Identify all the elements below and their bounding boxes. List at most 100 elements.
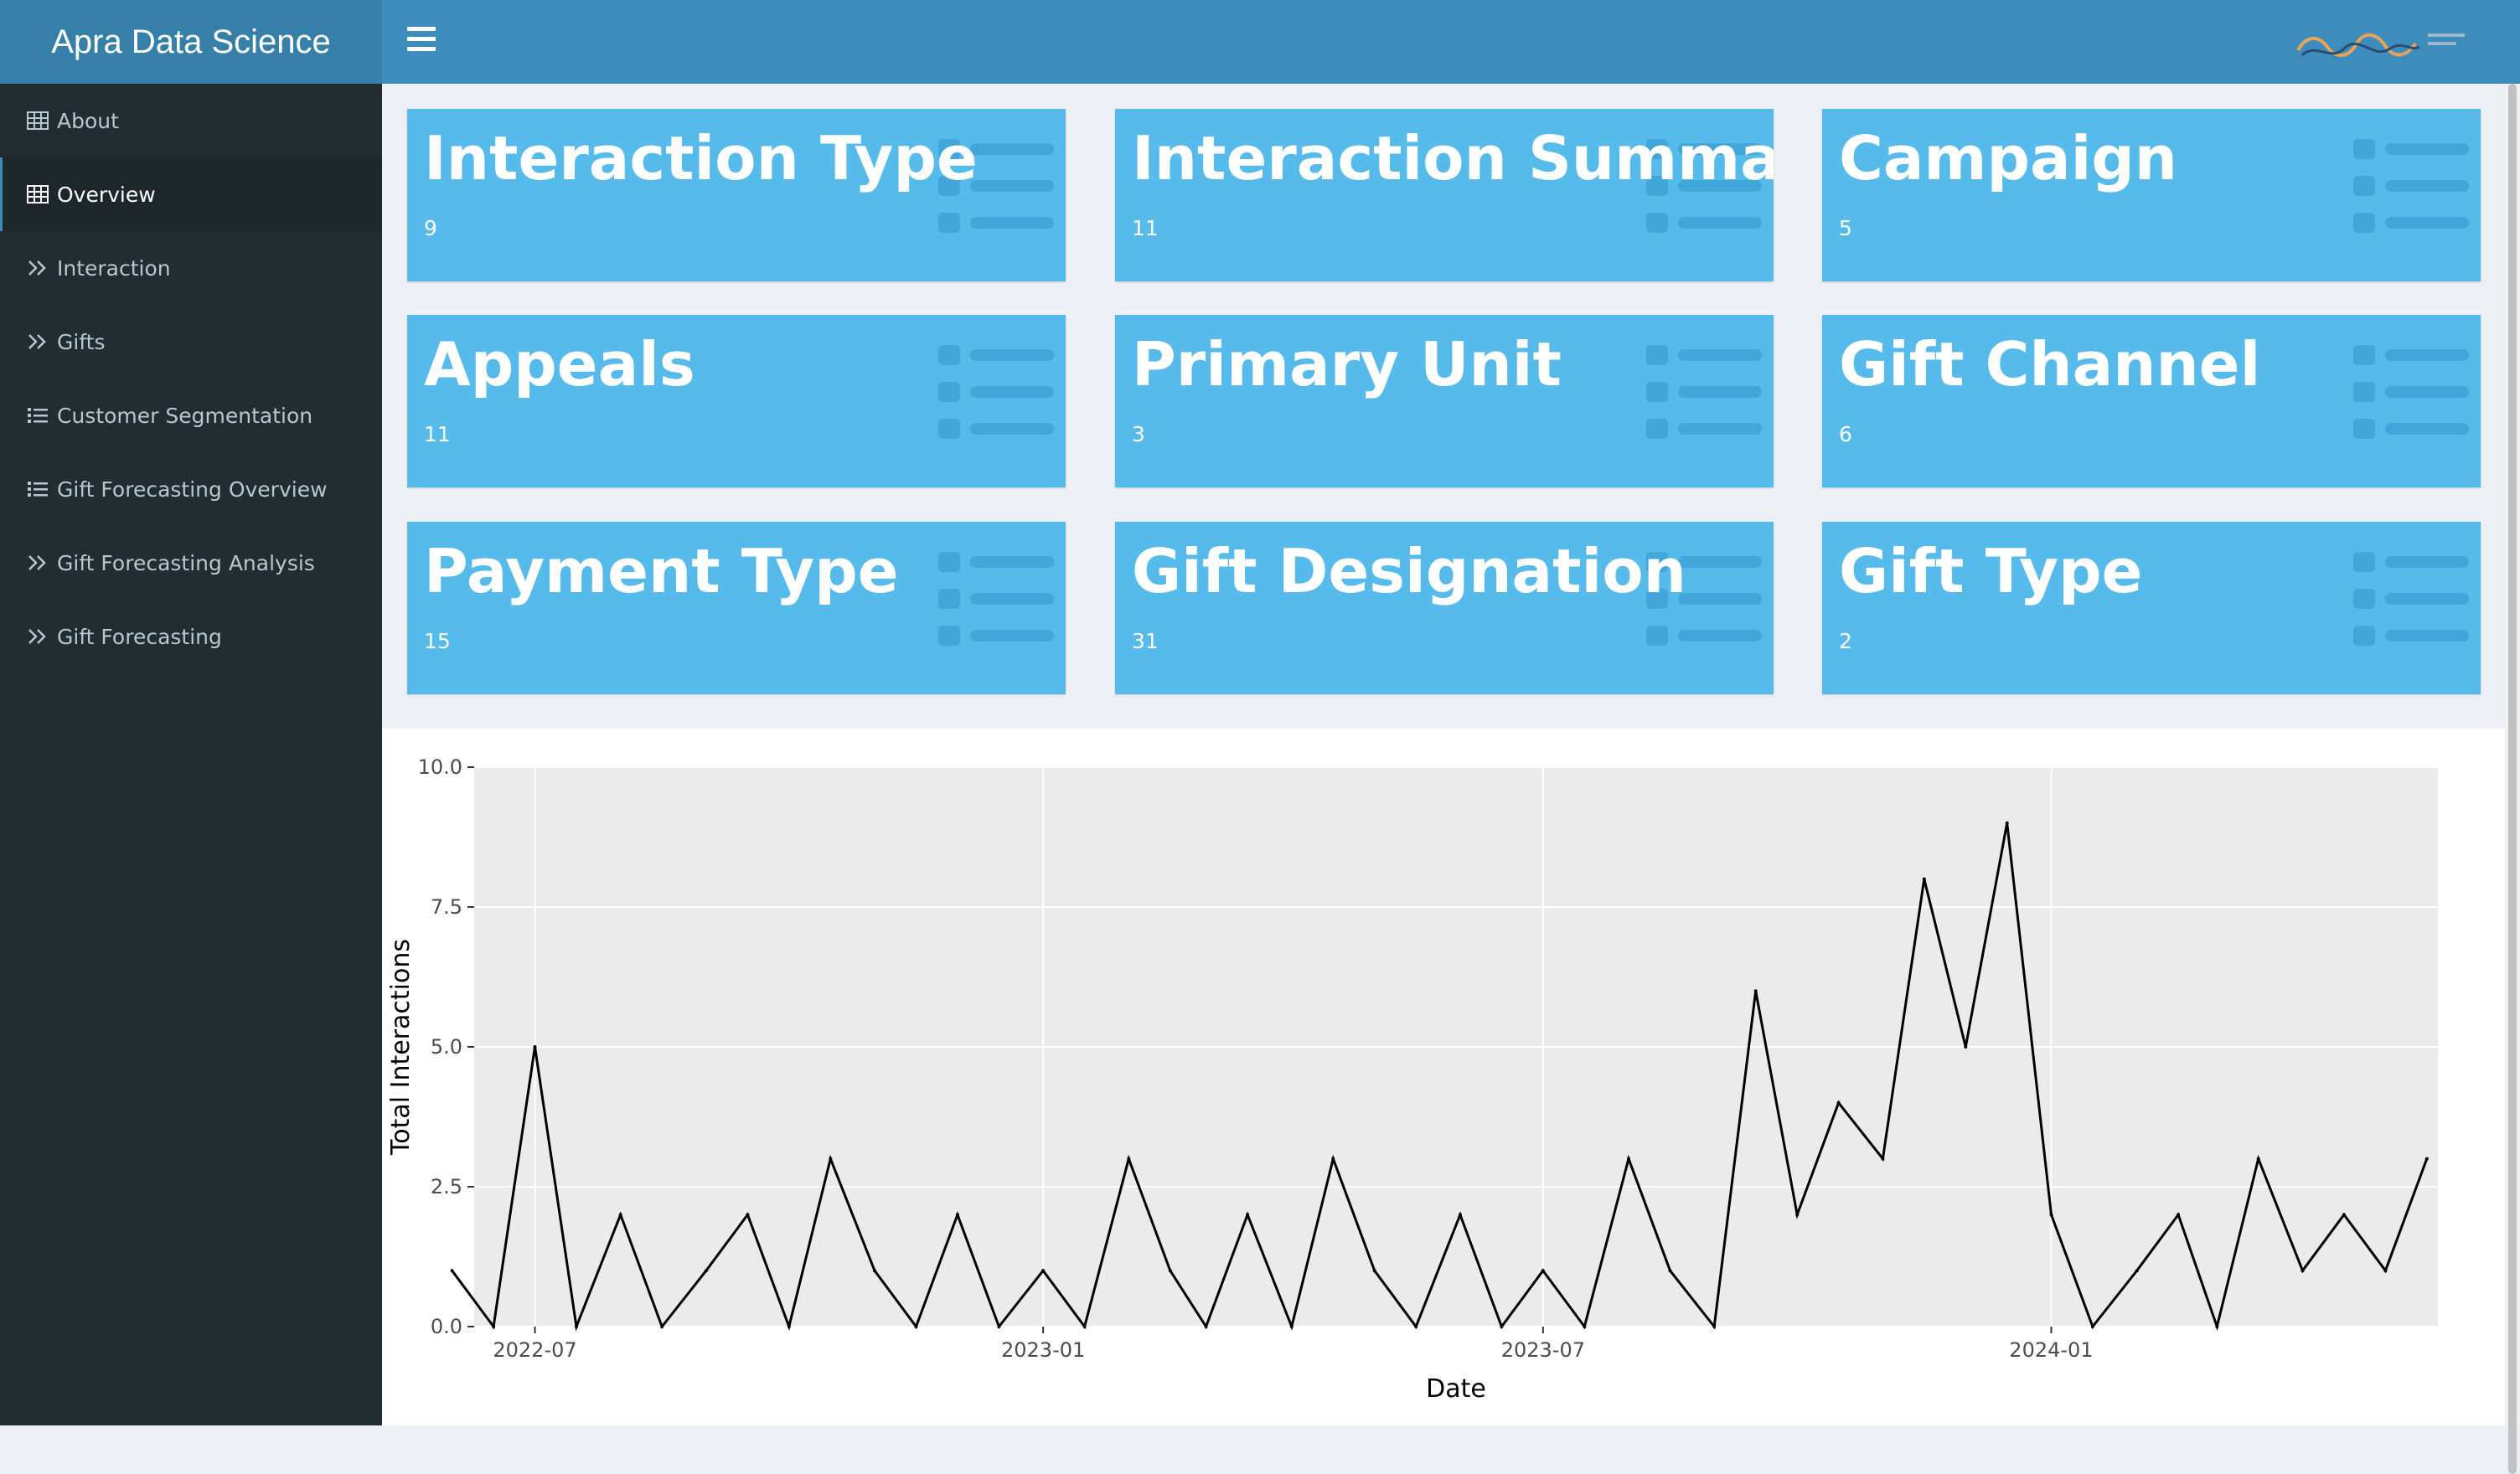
- info-box-interaction-type: Interaction Type 9: [407, 109, 1066, 281]
- data-point: [1795, 1213, 1800, 1217]
- sidebar-item-interaction[interactable]: Interaction: [0, 231, 382, 305]
- x-tick-label: 2024-01: [2009, 1338, 2093, 1362]
- sidebar-item-label: Gift Forecasting Overview: [57, 477, 328, 502]
- data-point: [618, 1213, 622, 1217]
- data-point: [829, 1157, 833, 1161]
- info-box-value: 31: [1132, 629, 1159, 653]
- data-point: [2301, 1269, 2305, 1273]
- double-chevron-right-icon: [27, 257, 52, 279]
- hamburger-icon[interactable]: [407, 27, 436, 57]
- info-box-value: 15: [424, 629, 451, 653]
- data-point: [575, 1325, 578, 1328]
- sidebar-item-label: Gifts: [57, 329, 106, 354]
- double-chevron-right-icon: [27, 552, 52, 574]
- list-icon: [2353, 345, 2474, 442]
- info-box-value: 3: [1132, 422, 1145, 446]
- sidebar-item-gifts[interactable]: Gifts: [0, 305, 382, 379]
- data-point: [1753, 989, 1758, 993]
- info-box-value: 9: [424, 216, 437, 240]
- data-point: [1168, 1269, 1172, 1273]
- info-box-title: Gift Type: [1839, 536, 2143, 606]
- list-icon: [1646, 345, 1767, 442]
- info-box-title: Appeals: [424, 329, 695, 399]
- sidebar-item-label: Customer Segmentation: [57, 403, 313, 428]
- app-title[interactable]: Apra Data Science: [0, 0, 382, 84]
- info-box-title: Primary Unit: [1132, 329, 1562, 399]
- data-point: [1712, 1325, 1717, 1328]
- info-box-value: 11: [424, 422, 451, 446]
- data-point: [787, 1325, 791, 1328]
- info-box-appeals: Appeals 11: [407, 315, 1066, 487]
- interactions-chart-panel: 0.0 2.5 5.0 7.5 10.0 2022-07 2023-01 2023-07 202…: [382, 729, 2505, 1425]
- info-box-primary-unit: Primary Unit 3: [1115, 315, 1774, 487]
- data-point: [1458, 1213, 1462, 1217]
- info-box-value: 11: [1132, 216, 1159, 240]
- info-box-gift-designation: Gift Designation 31: [1115, 522, 1774, 694]
- data-point: [2342, 1213, 2346, 1217]
- x-axis-label: Date: [1426, 1374, 1486, 1404]
- data-point: [660, 1325, 664, 1328]
- top-navbar: [382, 0, 2520, 84]
- apra-logo: [2296, 34, 2465, 57]
- sidebar-item-label: Interaction: [57, 255, 171, 281]
- data-point: [492, 1325, 496, 1328]
- double-chevron-right-icon: [27, 331, 52, 353]
- info-box-title: Interaction Type: [424, 123, 978, 193]
- sidebar-item-customer-segmentation[interactable]: Customer Segmentation: [0, 379, 382, 452]
- info-box-campaign: Campaign 5: [1822, 109, 2481, 281]
- data-point: [2256, 1157, 2260, 1161]
- data-point: [1922, 877, 1926, 881]
- y-axis-label: Total Interactions: [386, 939, 416, 1156]
- page-scrollbar[interactable]: [2505, 84, 2520, 1474]
- data-point: [1500, 1325, 1504, 1328]
- sidebar-item-overview[interactable]: Overview: [0, 157, 382, 231]
- info-box-title: Gift Channel: [1839, 329, 2261, 399]
- info-box-payment-type: Payment Type 15: [407, 522, 1066, 694]
- info-box-value: 5: [1839, 216, 1852, 240]
- interactions-line-chart[interactable]: 0.0 2.5 5.0 7.5 10.0 2022-07 2023-01 2023-07 202…: [382, 729, 2505, 1425]
- scrollbar-thumb[interactable]: [2508, 84, 2517, 1474]
- data-point: [2383, 1269, 2388, 1273]
- table-icon: [27, 110, 52, 131]
- sidebar-item-label: Gift Forecasting: [57, 624, 222, 649]
- sidebar-item-gift-forecasting-analysis[interactable]: Gift Forecasting Analysis: [0, 526, 382, 600]
- double-chevron-right-icon: [27, 626, 52, 647]
- data-point: [2005, 821, 2009, 825]
- data-point: [2215, 1325, 2219, 1328]
- data-point: [1127, 1157, 1131, 1161]
- data-point: [1627, 1157, 1630, 1161]
- data-point: [1668, 1269, 1672, 1273]
- data-point: [1541, 1269, 1545, 1273]
- data-point: [1881, 1157, 1885, 1161]
- info-box-interaction-summary: Interaction Summary 11: [1115, 109, 1774, 281]
- sidebar-item-about[interactable]: About: [0, 84, 382, 157]
- data-point: [2090, 1325, 2094, 1328]
- data-point: [746, 1213, 750, 1217]
- data-point: [1204, 1325, 1208, 1328]
- list-icon: [2353, 552, 2474, 649]
- info-box-title: Gift Designation: [1132, 536, 1686, 606]
- y-tick-label: 0.0: [431, 1315, 462, 1338]
- x-tick-label: 2022-07: [493, 1338, 576, 1362]
- data-point: [450, 1269, 454, 1273]
- data-point: [1964, 1045, 1968, 1049]
- sidebar-item-label: Overview: [57, 182, 156, 207]
- list-icon: [938, 552, 1059, 649]
- sidebar-item-gift-forecasting[interactable]: Gift Forecasting: [0, 600, 382, 673]
- info-box-title: Interaction Summary: [1132, 123, 1774, 193]
- data-point: [1331, 1157, 1335, 1161]
- data-point: [1836, 1100, 1841, 1105]
- sidebar: About Overview Interaction Gifts Customer Se…: [0, 84, 382, 1425]
- sidebar-item-label: About: [57, 108, 119, 133]
- info-box-value: 2: [1839, 629, 1852, 653]
- data-point: [1082, 1325, 1087, 1328]
- info-box-title: Payment Type: [424, 536, 899, 606]
- data-point: [1041, 1269, 1046, 1273]
- y-tick-label: 7.5: [431, 895, 462, 919]
- y-tick-label: 2.5: [431, 1175, 462, 1198]
- data-point: [2424, 1157, 2429, 1161]
- sidebar-item-gift-forecasting-overview[interactable]: Gift Forecasting Overview: [0, 452, 382, 526]
- data-point: [1414, 1325, 1418, 1328]
- info-box-gift-type: Gift Type 2: [1822, 522, 2481, 694]
- data-point: [1289, 1325, 1294, 1328]
